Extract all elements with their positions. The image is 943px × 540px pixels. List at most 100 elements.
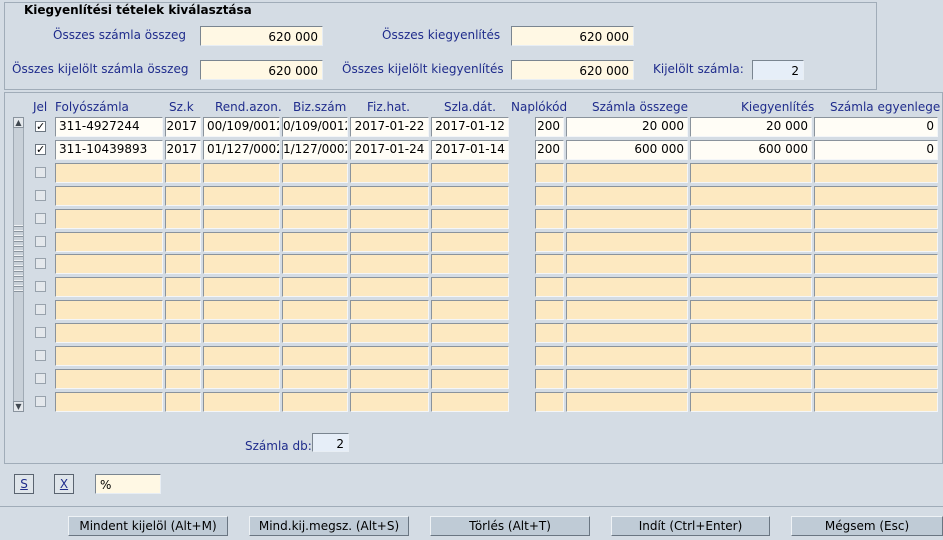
cell-folyoszamla[interactable]: 311-4927244: [55, 117, 163, 137]
cell-szk[interactable]: [165, 163, 201, 183]
cell-naplokod[interactable]: [535, 346, 564, 366]
cell-rend-azon[interactable]: [203, 277, 280, 297]
cell-folyoszamla[interactable]: [55, 369, 163, 389]
cell-rend-azon[interactable]: [203, 300, 280, 320]
row-checkbox[interactable]: ✓: [35, 144, 46, 155]
cell-szk[interactable]: 2017: [165, 117, 201, 137]
cell-kiegyenlites[interactable]: [690, 369, 812, 389]
cell-rend-azon[interactable]: [203, 369, 280, 389]
cell-fiz-hat[interactable]: 2017-01-22: [350, 117, 429, 137]
cell-kiegyenlites[interactable]: [690, 232, 812, 252]
cell-biz-szam[interactable]: [282, 163, 348, 183]
cell-folyoszamla[interactable]: [55, 232, 163, 252]
cell-fiz-hat[interactable]: [350, 232, 429, 252]
cell-kiegyenlites[interactable]: [690, 163, 812, 183]
row-checkbox[interactable]: [35, 396, 46, 407]
cell-rend-azon[interactable]: [203, 209, 280, 229]
cell-fiz-hat[interactable]: [350, 209, 429, 229]
cell-biz-szam[interactable]: [282, 254, 348, 274]
cell-szla-dat[interactable]: [431, 277, 509, 297]
cell-szla-dat[interactable]: [431, 300, 509, 320]
cell-naplokod[interactable]: [535, 300, 564, 320]
cell-fiz-hat[interactable]: [350, 277, 429, 297]
clear-button[interactable]: X: [54, 474, 74, 494]
cell-szamla-egyenlege[interactable]: [814, 392, 938, 412]
cell-naplokod[interactable]: [535, 209, 564, 229]
cell-naplokod[interactable]: [535, 369, 564, 389]
row-checkbox[interactable]: ✓: [35, 121, 46, 132]
cell-kiegyenlites[interactable]: [690, 254, 812, 274]
cell-naplokod[interactable]: 200: [535, 117, 564, 137]
cell-biz-szam[interactable]: [282, 186, 348, 206]
cell-biz-szam[interactable]: [282, 300, 348, 320]
cell-szamla-osszege[interactable]: [566, 254, 688, 274]
cell-biz-szam[interactable]: [282, 277, 348, 297]
row-checkbox[interactable]: [35, 236, 46, 247]
cell-szla-dat[interactable]: [431, 232, 509, 252]
cell-rend-azon[interactable]: [203, 254, 280, 274]
filter-input[interactable]: %: [95, 474, 161, 494]
cell-szk[interactable]: [165, 346, 201, 366]
cell-biz-szam[interactable]: [282, 346, 348, 366]
cell-szla-dat[interactable]: 2017-01-14: [431, 140, 509, 160]
cell-rend-azon[interactable]: [203, 323, 280, 343]
cell-szk[interactable]: [165, 209, 201, 229]
cell-rend-azon[interactable]: [203, 346, 280, 366]
cell-kiegyenlites[interactable]: [690, 277, 812, 297]
cell-fiz-hat[interactable]: [350, 346, 429, 366]
cell-szamla-osszege[interactable]: [566, 186, 688, 206]
cell-szamla-osszege[interactable]: [566, 323, 688, 343]
selected-settlement-field[interactable]: 620 000: [511, 60, 634, 80]
cell-szk[interactable]: [165, 323, 201, 343]
cell-biz-szam[interactable]: 0/109/0012: [282, 117, 348, 137]
cell-szla-dat[interactable]: [431, 186, 509, 206]
row-checkbox[interactable]: [35, 350, 46, 361]
cell-szla-dat[interactable]: [431, 254, 509, 274]
row-checkbox[interactable]: [35, 281, 46, 292]
cell-szamla-osszege[interactable]: 20 000: [566, 117, 688, 137]
cell-szamla-egyenlege[interactable]: [814, 254, 938, 274]
cell-rend-azon[interactable]: [203, 163, 280, 183]
cell-szamla-egyenlege[interactable]: [814, 369, 938, 389]
cell-biz-szam[interactable]: [282, 232, 348, 252]
cell-szla-dat[interactable]: [431, 323, 509, 343]
cell-kiegyenlites[interactable]: [690, 300, 812, 320]
cell-folyoszamla[interactable]: 311-10439893: [55, 140, 163, 160]
search-button[interactable]: S: [14, 474, 34, 494]
cell-kiegyenlites[interactable]: [690, 209, 812, 229]
cell-naplokod[interactable]: [535, 186, 564, 206]
cell-szamla-egyenlege[interactable]: [814, 232, 938, 252]
cell-szamla-osszege[interactable]: [566, 300, 688, 320]
row-checkbox[interactable]: [35, 190, 46, 201]
cell-naplokod[interactable]: [535, 254, 564, 274]
cell-szk[interactable]: 2017: [165, 140, 201, 160]
cell-naplokod[interactable]: 200: [535, 140, 564, 160]
cell-szamla-osszege[interactable]: [566, 163, 688, 183]
cell-folyoszamla[interactable]: [55, 346, 163, 366]
invoice-count-field[interactable]: 2: [312, 433, 349, 452]
cell-szamla-osszege[interactable]: [566, 392, 688, 412]
cell-szamla-osszege[interactable]: [566, 369, 688, 389]
cell-kiegyenlites[interactable]: [690, 186, 812, 206]
cell-szamla-osszege[interactable]: [566, 232, 688, 252]
selected-invoice-count-field[interactable]: 2: [752, 60, 804, 80]
cell-szamla-egyenlege[interactable]: [814, 346, 938, 366]
cell-biz-szam[interactable]: [282, 323, 348, 343]
total-settlement-field[interactable]: 620 000: [511, 26, 634, 46]
cell-szamla-osszege[interactable]: [566, 209, 688, 229]
cell-fiz-hat[interactable]: 2017-01-24: [350, 140, 429, 160]
start-button[interactable]: Indít (Ctrl+Enter): [611, 516, 770, 536]
cell-szk[interactable]: [165, 277, 201, 297]
cancel-button[interactable]: Mégsem (Esc): [791, 516, 943, 536]
cell-biz-szam[interactable]: 1/127/0002: [282, 140, 348, 160]
cell-kiegyenlites[interactable]: 20 000: [690, 117, 812, 137]
cell-szamla-egyenlege[interactable]: [814, 186, 938, 206]
selected-invoice-amount-field[interactable]: 620 000: [200, 60, 323, 80]
cell-folyoszamla[interactable]: [55, 163, 163, 183]
cell-naplokod[interactable]: [535, 163, 564, 183]
cell-rend-azon[interactable]: 01/127/0002: [203, 140, 280, 160]
cell-szamla-egyenlege[interactable]: [814, 277, 938, 297]
cell-szla-dat[interactable]: [431, 209, 509, 229]
row-checkbox[interactable]: [35, 327, 46, 338]
cell-fiz-hat[interactable]: [350, 254, 429, 274]
